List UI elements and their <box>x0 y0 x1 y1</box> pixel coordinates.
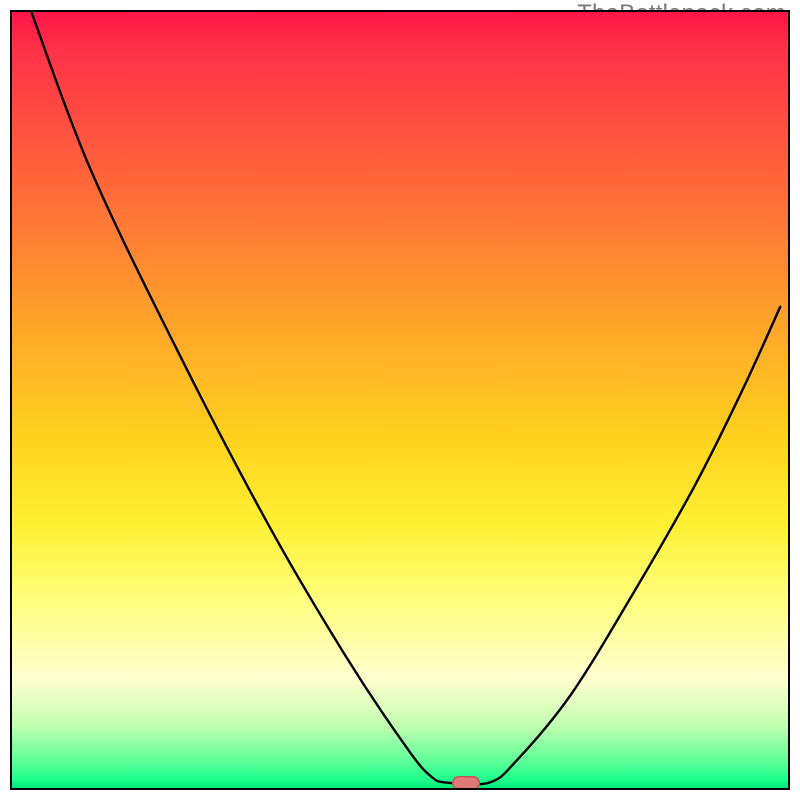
curve-layer <box>12 12 788 788</box>
plot-area <box>12 12 788 788</box>
bottleneck-chart: TheBottleneck.com <box>0 0 800 800</box>
optimal-point-marker <box>452 776 480 788</box>
bottleneck-curve-path <box>31 12 780 784</box>
